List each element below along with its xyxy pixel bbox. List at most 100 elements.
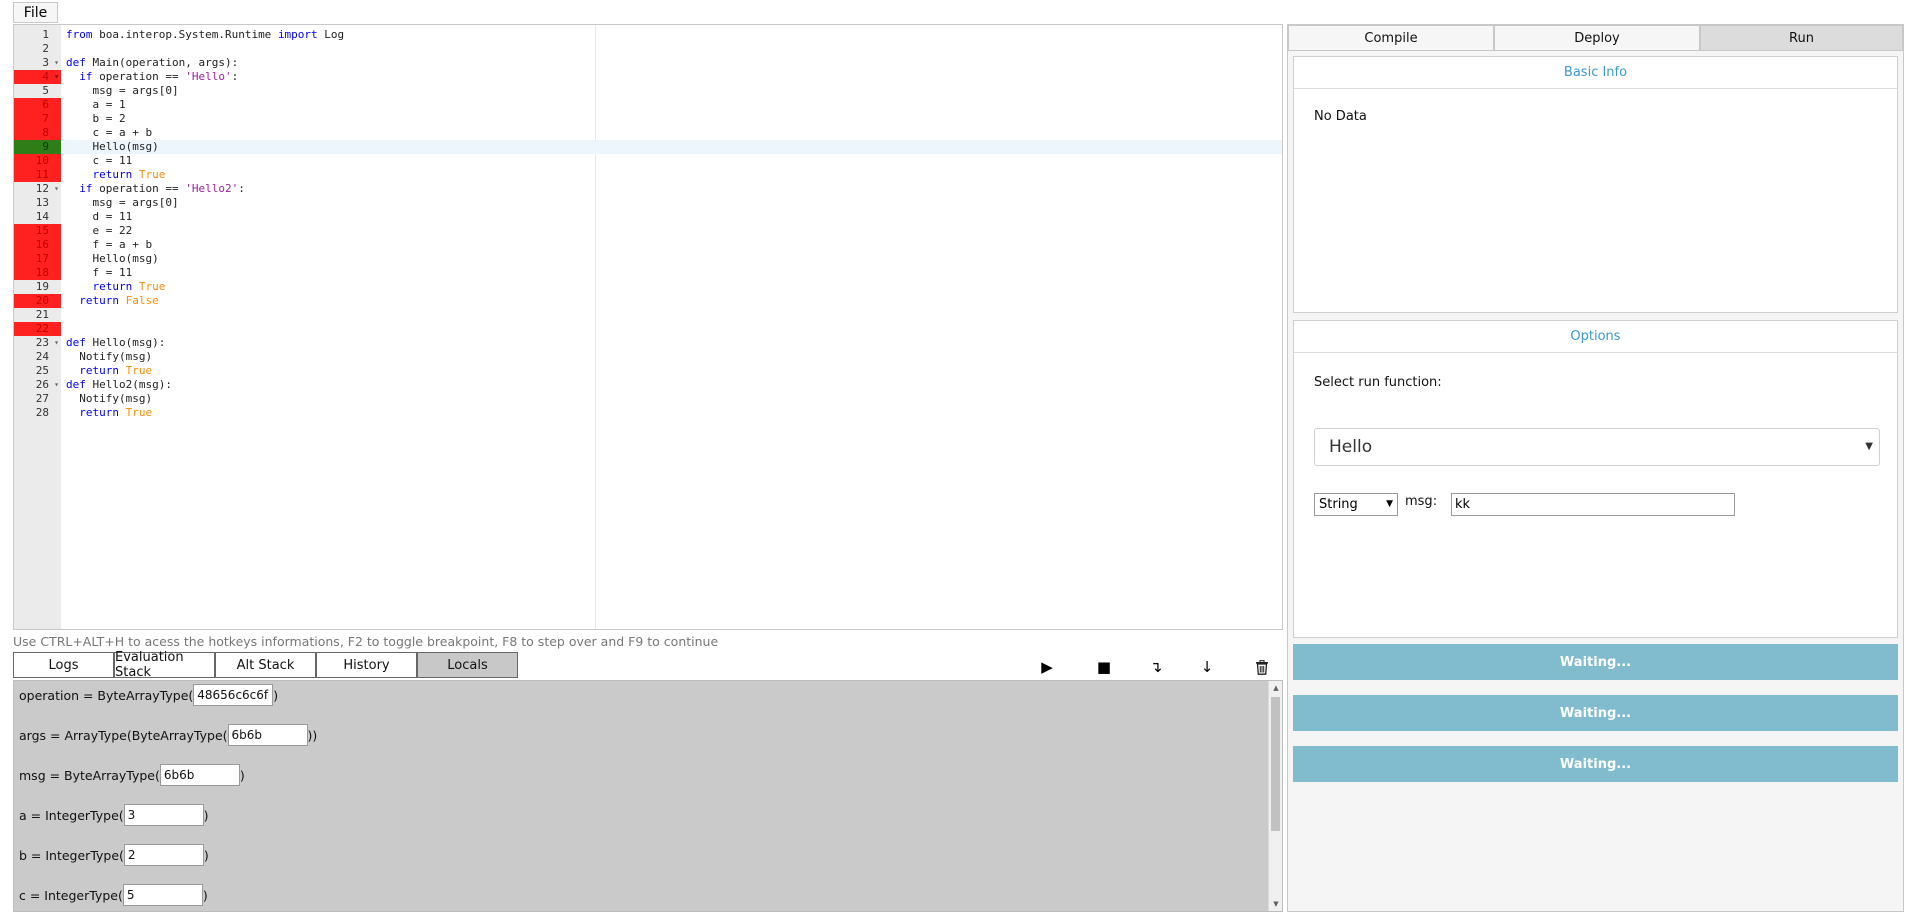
- code-line[interactable]: 6 a = 1: [14, 98, 1282, 112]
- line-number[interactable]: 5: [14, 84, 61, 98]
- code-line[interactable]: 4 ▾ if operation == 'Hello':: [14, 70, 1282, 84]
- clear-button[interactable]: [1252, 658, 1272, 676]
- code-line[interactable]: 23 ▾ def Hello(msg):: [14, 336, 1282, 350]
- stop-icon: ■: [1096, 658, 1112, 676]
- local-value-input[interactable]: 5: [122, 884, 203, 906]
- line-number[interactable]: 17: [14, 252, 61, 266]
- code-line[interactable]: 14 d = 11: [14, 210, 1282, 224]
- line-number[interactable]: 18: [14, 266, 61, 280]
- line-number[interactable]: 23 ▾: [14, 336, 61, 350]
- line-number[interactable]: 7: [14, 112, 61, 126]
- line-number[interactable]: 22: [14, 322, 61, 336]
- code-line[interactable]: 11 return True: [14, 168, 1282, 182]
- local-value-input[interactable]: 6b6b: [227, 724, 308, 746]
- code-line[interactable]: 25 return True: [14, 364, 1282, 378]
- fold-arrow-icon[interactable]: ▾: [54, 336, 59, 350]
- fold-arrow-icon[interactable]: ▾: [54, 56, 59, 70]
- code-line[interactable]: 20 return False: [14, 294, 1282, 308]
- scroll-thumb[interactable]: [1271, 697, 1280, 831]
- chevron-down-icon: ▼: [1865, 441, 1873, 452]
- line-number[interactable]: 6: [14, 98, 61, 112]
- code-token: operation ==: [92, 182, 186, 195]
- stop-button[interactable]: ■: [1094, 658, 1114, 676]
- code-line[interactable]: 16 f = a + b: [14, 238, 1282, 252]
- line-number[interactable]: 9: [14, 140, 61, 154]
- local-value-input[interactable]: 3: [123, 804, 204, 826]
- line-number[interactable]: 21: [14, 308, 61, 322]
- fold-arrow-icon[interactable]: ▾: [54, 378, 59, 392]
- line-number[interactable]: 28: [14, 406, 61, 420]
- tab-deploy[interactable]: Deploy: [1494, 25, 1700, 51]
- line-number[interactable]: 2: [14, 42, 61, 56]
- line-number[interactable]: 26 ▾: [14, 378, 61, 392]
- code-line[interactable]: 26 ▾ def Hello2(msg):: [14, 378, 1282, 392]
- locals-scrollbar[interactable]: ▲ ▼: [1268, 681, 1282, 911]
- run-button[interactable]: ▶: [1037, 658, 1057, 676]
- line-number[interactable]: 4 ▾: [14, 70, 61, 84]
- line-number[interactable]: 10: [14, 154, 61, 168]
- line-number[interactable]: 3 ▾: [14, 56, 61, 70]
- scroll-up-icon[interactable]: ▲: [1269, 682, 1282, 694]
- code-line[interactable]: 21: [14, 308, 1282, 322]
- code-text: return True: [66, 168, 166, 182]
- code-line[interactable]: 22: [14, 322, 1282, 336]
- code-line[interactable]: 17 Hello(msg): [14, 252, 1282, 266]
- code-line[interactable]: 3 ▾ def Main(operation, args):: [14, 56, 1282, 70]
- line-number[interactable]: 12 ▾: [14, 182, 61, 196]
- line-number[interactable]: 20: [14, 294, 61, 308]
- code-text: return True: [66, 364, 152, 378]
- code-line[interactable]: 8 c = a + b: [14, 126, 1282, 140]
- code-line[interactable]: 9 Hello(msg): [14, 140, 1282, 154]
- param-type-select[interactable]: String ▼: [1314, 493, 1398, 516]
- tab-logs[interactable]: Logs: [13, 652, 114, 678]
- line-number-text: 25: [35, 364, 49, 377]
- file-menu-button[interactable]: File: [13, 2, 58, 23]
- code-line[interactable]: 13 msg = args[0]: [14, 196, 1282, 210]
- locals-panel[interactable]: operation = ByteArrayType( 48656c6c6f ) …: [13, 680, 1283, 912]
- line-number[interactable]: 8: [14, 126, 61, 140]
- tab-alt-stack[interactable]: Alt Stack: [215, 652, 316, 678]
- code-line[interactable]: 2: [14, 42, 1282, 56]
- code-line[interactable]: 19 return True: [14, 280, 1282, 294]
- line-number[interactable]: 25: [14, 364, 61, 378]
- code-line[interactable]: 28 return True: [14, 406, 1282, 420]
- line-number[interactable]: 27: [14, 392, 61, 406]
- fold-arrow-icon[interactable]: ▾: [54, 182, 59, 196]
- basic-info-text: No Data: [1314, 109, 1367, 124]
- local-suffix: )): [307, 727, 318, 743]
- code-line[interactable]: 27 Notify(msg): [14, 392, 1282, 406]
- param-value-input[interactable]: kk: [1451, 493, 1735, 516]
- step-over-button[interactable]: ↴: [1146, 658, 1166, 676]
- local-value-input[interactable]: 6b6b: [159, 764, 240, 786]
- code-line[interactable]: 7 b = 2: [14, 112, 1282, 126]
- step-into-button[interactable]: ↓: [1197, 658, 1217, 676]
- line-number[interactable]: 11: [14, 168, 61, 182]
- line-number[interactable]: 15: [14, 224, 61, 238]
- local-value-input[interactable]: 2: [123, 844, 204, 866]
- line-number[interactable]: 16: [14, 238, 61, 252]
- tab-compile[interactable]: Compile: [1288, 25, 1494, 51]
- fold-arrow-icon[interactable]: ▾: [54, 70, 59, 84]
- tab-locals[interactable]: Locals: [417, 652, 518, 678]
- code-line[interactable]: 24 Notify(msg): [14, 350, 1282, 364]
- scroll-down-icon[interactable]: ▼: [1269, 898, 1282, 910]
- line-number[interactable]: 14: [14, 210, 61, 224]
- code-line[interactable]: 18 f = 11: [14, 266, 1282, 280]
- run-function-select[interactable]: Hello ▼: [1314, 428, 1880, 466]
- tab-run[interactable]: Run: [1700, 25, 1903, 51]
- code-line[interactable]: 10 c = 11: [14, 154, 1282, 168]
- line-number-text: 24: [35, 350, 49, 363]
- line-number[interactable]: 19: [14, 280, 61, 294]
- code-line[interactable]: 15 e = 22: [14, 224, 1282, 238]
- tab-history[interactable]: History: [316, 652, 417, 678]
- code-line[interactable]: 12 ▾ if operation == 'Hello2':: [14, 182, 1282, 196]
- code-text: Hello(msg): [66, 252, 158, 266]
- line-number[interactable]: 24: [14, 350, 61, 364]
- tab-evaluation-stack[interactable]: Evaluation Stack: [114, 650, 215, 680]
- code-editor[interactable]: 1 from boa.interop.System.Runtime import …: [13, 24, 1283, 630]
- code-line[interactable]: 1 from boa.interop.System.Runtime import …: [14, 28, 1282, 42]
- line-number[interactable]: 1: [14, 28, 61, 42]
- local-value-input[interactable]: 48656c6c6f: [193, 684, 274, 706]
- code-line[interactable]: 5 msg = args[0]: [14, 84, 1282, 98]
- line-number[interactable]: 13: [14, 196, 61, 210]
